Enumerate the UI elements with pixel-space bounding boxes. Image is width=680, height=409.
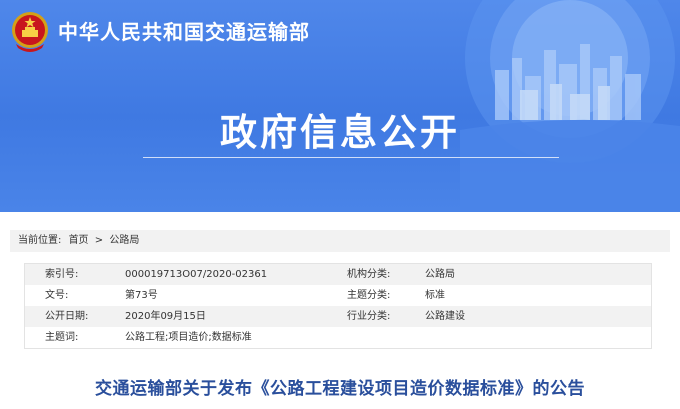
meta-label: 机构分类: (347, 269, 391, 280)
meta-label: 主题分类: (347, 290, 391, 301)
header-banner: 中华人民共和国交通运输部 政府信息公开 (0, 0, 680, 212)
meta-row: 公开日期: 2020年09月15日 行业分类: 公路建设 (25, 306, 651, 327)
meta-value: 2020年09月15日 (125, 311, 206, 322)
meta-value: 标准 (425, 290, 445, 301)
document-meta-table: 索引号: 000019713O07/2020-02361 机构分类: 公路局 文… (24, 263, 652, 349)
title-divider (143, 157, 559, 158)
meta-row: 主题词: 公路工程;项目造价;数据标准 (25, 327, 651, 348)
meta-value: 公路局 (425, 269, 455, 280)
meta-label: 主题词: (45, 332, 79, 343)
meta-row: 索引号: 000019713O07/2020-02361 机构分类: 公路局 (25, 264, 651, 285)
breadcrumb-label: 当前位置: (18, 235, 62, 246)
page-title: 政府信息公开 (220, 111, 460, 154)
national-emblem-icon (12, 12, 48, 52)
meta-value: 公路建设 (425, 311, 465, 322)
ministry-name: 中华人民共和国交通运输部 (58, 20, 310, 44)
meta-row: 文号: 第73号 主题分类: 标准 (25, 285, 651, 306)
meta-label: 文号: (45, 290, 69, 301)
meta-label: 行业分类: (347, 311, 391, 322)
meta-label: 索引号: (45, 269, 79, 280)
document-title: 交通运输部关于发布《公路工程建设项目造价数据标准》的公告 (95, 379, 585, 399)
meta-value: 第73号 (125, 290, 158, 301)
meta-value: 公路工程;项目造价;数据标准 (125, 332, 252, 343)
breadcrumb-current-link[interactable]: 公路局 (109, 230, 139, 252)
breadcrumb-separator: > (94, 235, 104, 246)
meta-label: 公开日期: (45, 311, 89, 322)
breadcrumb-home-link[interactable]: 首页 (69, 230, 89, 252)
meta-value: 000019713O07/2020-02361 (125, 269, 268, 280)
breadcrumb: 当前位置: 首页 > 公路局 (10, 230, 670, 252)
